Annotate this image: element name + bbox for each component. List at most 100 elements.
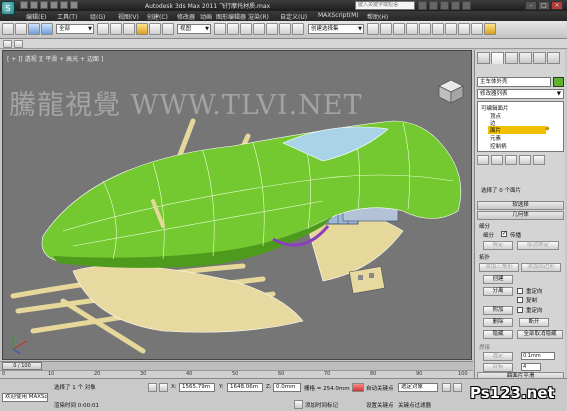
propagate-checkbox[interactable] xyxy=(501,230,507,237)
close-button[interactable]: × xyxy=(551,1,563,10)
y-coordinate-field[interactable]: 1648.06m xyxy=(227,383,263,392)
undo-icon[interactable] xyxy=(50,1,58,9)
save-file-icon[interactable] xyxy=(40,1,48,9)
menu-edit[interactable]: 编辑(E) xyxy=(26,12,46,21)
add-time-tag[interactable]: 添加时间标记 xyxy=(305,401,338,409)
weld-selected-button[interactable]: 选定 xyxy=(483,352,513,361)
app-logo-icon[interactable]: S xyxy=(1,1,15,15)
add-quad-button[interactable]: 添加四边形 xyxy=(521,263,561,272)
layer-manager-icon[interactable] xyxy=(393,23,405,35)
geometry-rollout[interactable]: 几何体 xyxy=(477,211,564,220)
unbind-button[interactable]: 取消绑定 xyxy=(517,241,559,250)
set-key-big-icon[interactable] xyxy=(352,383,364,392)
pin-stack-icon[interactable] xyxy=(477,155,489,165)
z-coordinate-field[interactable]: 0.0mm xyxy=(273,383,301,392)
reorient-attach-checkbox[interactable] xyxy=(517,307,523,313)
select-rotate-icon[interactable] xyxy=(149,23,161,35)
stack-item-editable-patch[interactable]: 可编辑面片 xyxy=(481,104,509,112)
tab-motion[interactable] xyxy=(519,52,532,64)
hide-button[interactable]: 隐藏 xyxy=(483,330,513,339)
bind-button[interactable]: 绑定 xyxy=(483,241,513,250)
edit-named-selection-icon[interactable] xyxy=(292,23,304,35)
selected-object-dropdown[interactable]: 选定对象 xyxy=(398,383,438,392)
perspective-viewport[interactable]: [ + ][ 透视 ][ 平滑 + 高光 + 边面 ] 騰龍視覺 WWW.TLV… xyxy=(2,50,472,360)
tab-hierarchy[interactable] xyxy=(505,52,518,64)
mirror-tool-icon[interactable] xyxy=(367,23,379,35)
viewcube-icon[interactable] xyxy=(437,78,465,104)
new-file-icon[interactable] xyxy=(20,1,28,9)
modifier-list-dropdown[interactable]: 修改器列表 ▼ xyxy=(477,89,564,99)
visibility-bulb-icon[interactable]: ◆ xyxy=(545,125,550,132)
graphite-tools-icon[interactable] xyxy=(406,23,418,35)
search-icon[interactable] xyxy=(418,1,427,10)
redo-icon[interactable] xyxy=(60,1,68,9)
set-key-button[interactable]: 设置关键点 xyxy=(366,401,394,409)
add-tri-button[interactable]: 添加三角形 xyxy=(479,263,519,272)
minimize-button[interactable]: – xyxy=(525,1,537,10)
tab-create[interactable] xyxy=(477,52,490,64)
snap-toggle-icon[interactable] xyxy=(240,23,252,35)
menu-maxscript[interactable]: MAXScript(M) xyxy=(318,12,359,19)
x-coordinate-field[interactable]: 1565.79m xyxy=(179,383,215,392)
copy-checkbox[interactable] xyxy=(517,297,523,303)
percent-snap-icon[interactable] xyxy=(266,23,278,35)
named-selection-dropdown[interactable]: 创建选择集 ▼ xyxy=(308,24,364,34)
help-icon[interactable] xyxy=(462,1,471,10)
show-end-result-icon[interactable] xyxy=(491,155,503,165)
subdivide-button[interactable]: 细分 xyxy=(483,231,494,239)
time-slider[interactable]: 0 / 100 xyxy=(2,362,42,370)
communication-center-icon[interactable] xyxy=(440,1,449,10)
align-icon[interactable] xyxy=(380,23,392,35)
break-button[interactable]: 断开 xyxy=(519,318,549,327)
ribbon-option-icon[interactable] xyxy=(14,40,23,48)
maxscript-listener[interactable]: 欢迎使用 MAXSc xyxy=(2,393,48,402)
reorient-checkbox[interactable] xyxy=(517,288,523,294)
menu-group[interactable]: 组(G) xyxy=(90,12,105,21)
select-by-name-icon[interactable] xyxy=(110,23,122,35)
unlink-icon[interactable] xyxy=(41,23,53,35)
select-move-icon[interactable] xyxy=(136,23,148,35)
favorites-icon[interactable] xyxy=(451,1,460,10)
menu-help[interactable]: 帮助(H) xyxy=(367,12,388,21)
create-button[interactable]: 创建 xyxy=(483,275,513,284)
go-to-start-icon[interactable] xyxy=(442,383,451,392)
stack-item-patch[interactable]: 面片 xyxy=(488,126,546,134)
select-scale-icon[interactable] xyxy=(162,23,174,35)
object-name-field[interactable]: 主车体外壳 xyxy=(477,77,551,87)
spinner-snap-icon[interactable] xyxy=(279,23,291,35)
open-file-icon[interactable] xyxy=(30,1,38,9)
delete-button[interactable]: 删除 xyxy=(483,318,513,327)
attach-button[interactable]: 附加 xyxy=(483,306,513,315)
menu-tools[interactable]: 工具(T) xyxy=(57,12,77,21)
menu-graph-editors[interactable]: 图形编辑器 xyxy=(216,12,246,21)
auto-key-button[interactable]: 自动关键点 xyxy=(366,384,394,392)
absolute-mode-icon[interactable] xyxy=(159,383,168,392)
menu-rendering[interactable]: 渲染(R) xyxy=(248,12,269,21)
selection-filter-dropdown[interactable]: 全部 ▼ xyxy=(56,24,94,34)
configure-modifier-sets-icon[interactable] xyxy=(533,155,545,165)
curve-editor-icon[interactable] xyxy=(419,23,431,35)
menu-animation[interactable]: 动画 xyxy=(200,12,212,21)
weld-target-button[interactable]: 目标 xyxy=(483,363,513,372)
redo-icon[interactable] xyxy=(15,23,27,35)
schematic-view-icon[interactable] xyxy=(432,23,444,35)
mirror-icon[interactable] xyxy=(227,23,239,35)
rendered-frame-window-icon[interactable] xyxy=(471,23,483,35)
subscription-icon[interactable] xyxy=(429,1,438,10)
tab-utilities[interactable] xyxy=(547,52,560,64)
weld-target-spinner[interactable]: 4 xyxy=(521,363,541,371)
weld-threshold-spinner[interactable]: 0.1mm xyxy=(521,352,555,360)
menu-modifiers[interactable]: 修改器 xyxy=(177,12,195,21)
lock-selection-icon[interactable] xyxy=(148,383,157,392)
search-input[interactable]: 键入关键字或短语 xyxy=(355,1,415,10)
render-production-icon[interactable] xyxy=(484,23,496,35)
tab-modify[interactable] xyxy=(491,52,504,64)
menu-views[interactable]: 视图(V) xyxy=(118,12,139,21)
undo-icon[interactable] xyxy=(2,23,14,35)
stack-item-element[interactable]: 元素 xyxy=(490,134,501,142)
material-editor-icon[interactable] xyxy=(445,23,457,35)
soft-selection-rollout[interactable]: 软选择 xyxy=(477,201,564,210)
detach-button[interactable]: 分离 xyxy=(483,287,513,296)
select-object-icon[interactable] xyxy=(97,23,109,35)
key-filters-button[interactable]: 关键点过滤器 xyxy=(398,401,431,409)
